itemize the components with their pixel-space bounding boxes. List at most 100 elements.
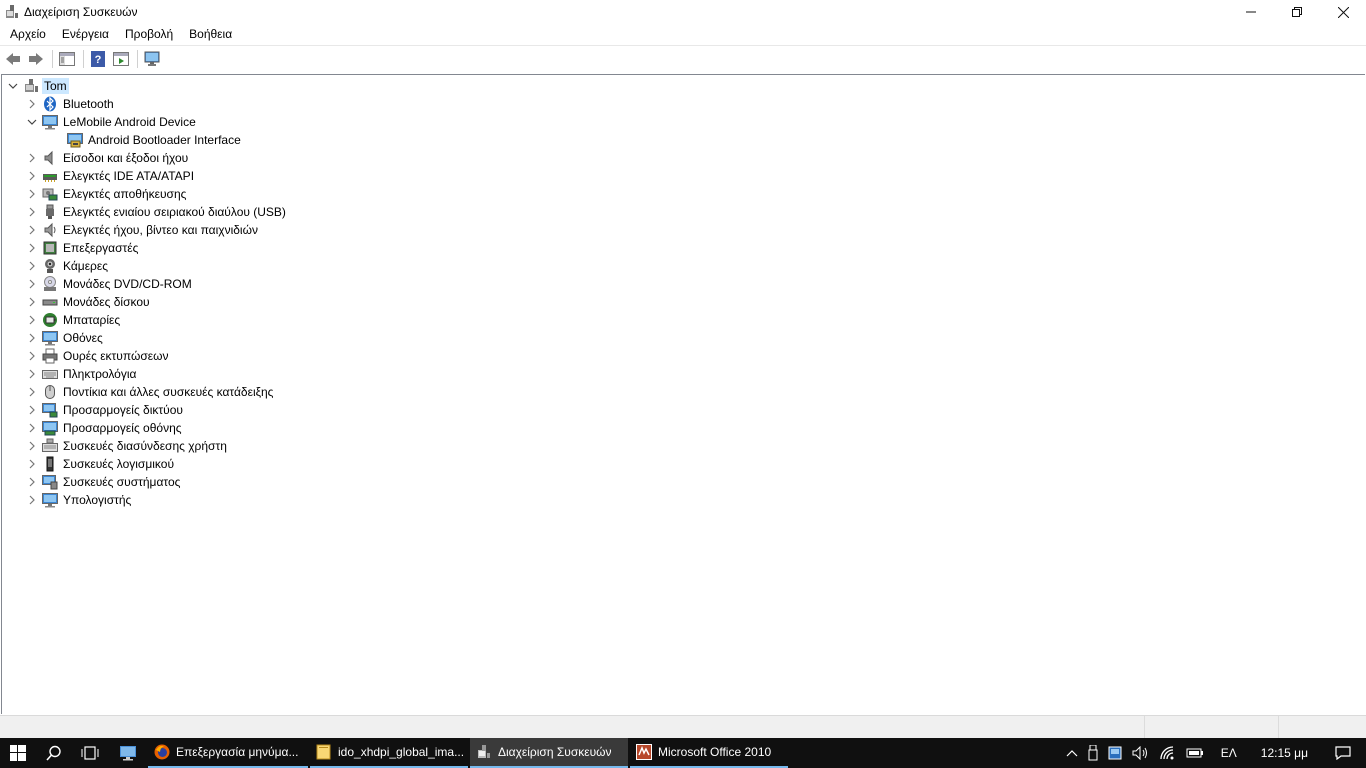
expand-chevron-icon[interactable] [25,203,39,221]
expand-chevron-icon[interactable] [25,383,39,401]
tree-node[interactable]: Συσκευές λογισμικού [25,455,176,473]
tree-node-label[interactable]: Bluetooth [61,96,116,112]
tree-node[interactable]: LeMobile Android Device [25,113,198,131]
show-hide-console-tree-icon[interactable] [58,50,76,68]
tree-node[interactable]: Επεξεργαστές [25,239,140,257]
tree-node[interactable]: Συσκευές συστήματος [25,473,182,491]
minimize-button[interactable] [1228,0,1274,24]
expand-chevron-icon[interactable] [25,473,39,491]
taskbar-task[interactable]: ido_xhdpi_global_ima... [310,738,468,768]
tree-node[interactable]: Προσαρμογείς οθόνης [25,419,184,437]
tree-node[interactable]: Συσκευές διασύνδεσης χρήστη [25,437,229,455]
collapse-chevron-icon[interactable] [6,77,20,95]
scan-hardware-icon[interactable] [143,50,161,68]
show-hidden-icons-chevron-icon[interactable] [1061,738,1083,768]
help-icon[interactable]: ? [89,50,107,68]
tree-node-label[interactable]: Συσκευές διασύνδεσης χρήστη [61,438,229,454]
tree-node[interactable]: Κάμερες [25,257,110,275]
tree-node-label[interactable]: Ελεγκτές IDE ATA/ATAPI [61,168,196,184]
clock[interactable]: 12:15 μμ [1249,738,1320,768]
tree-node-label[interactable]: Ουρές εκτυπώσεων [61,348,170,364]
expand-chevron-icon[interactable] [25,491,39,509]
close-button[interactable] [1320,0,1366,24]
tree-node[interactable]: Πληκτρολόγια [25,365,138,383]
tree-node-label[interactable]: Android Bootloader Interface [86,132,243,148]
tree-node[interactable]: Ποντίκια και άλλες συσκευές κατάδειξης [25,383,275,401]
tree-node-label[interactable]: Προσαρμογείς οθόνης [61,420,184,436]
menu-file[interactable]: Αρχείο [2,24,54,44]
expand-chevron-icon[interactable] [25,239,39,257]
expand-chevron-icon[interactable] [25,167,39,185]
tree-node[interactable]: Bluetooth [25,95,116,113]
tree-node[interactable]: Ελεγκτές αποθήκευσης [25,185,188,203]
tree-node-label[interactable]: Μονάδες DVD/CD-ROM [61,276,194,292]
taskbar-task[interactable]: Διαχείριση Συσκευών [470,738,628,768]
wifi-icon[interactable] [1155,738,1181,768]
expand-chevron-icon[interactable] [25,95,39,113]
tree-node-label[interactable]: Ελεγκτές αποθήκευσης [61,186,188,202]
tree-node-label[interactable]: Ελεγκτές ήχου, βίντεο και παιχνιδιών [61,222,260,238]
tree-node-label[interactable]: Μπαταρίες [61,312,122,328]
action-center-icon[interactable] [1320,738,1366,768]
tree-node-label[interactable]: Ποντίκια και άλλες συσκευές κατάδειξης [61,384,275,400]
tree-node-label[interactable]: Συσκευές λογισμικού [61,456,176,472]
menu-view[interactable]: Προβολή [117,24,181,44]
tree-node-label[interactable]: Υπολογιστής [61,492,133,508]
battery-tray-icon[interactable] [1181,738,1209,768]
tree-node[interactable]: Υπολογιστής [25,491,133,509]
tree-node[interactable]: Ελεγκτές ενιαίου σειριακού διαύλου (USB) [25,203,288,221]
tree-node[interactable]: Ελεγκτές ήχου, βίντεο και παιχνιδιών [25,221,260,239]
expand-chevron-icon[interactable] [25,401,39,419]
tree-node[interactable]: Προσαρμογείς δικτύου [25,401,185,419]
tree-node[interactable]: Μπαταρίες [25,311,122,329]
expand-chevron-icon[interactable] [25,347,39,365]
expand-chevron-icon[interactable] [25,185,39,203]
tree-node-label[interactable]: Οθόνες [61,330,105,346]
tree-node-label[interactable]: Ελεγκτές ενιαίου σειριακού διαύλου (USB) [61,204,288,220]
restore-button[interactable] [1274,0,1320,24]
tree-node-label[interactable]: Μονάδες δίσκου [61,294,152,310]
expand-chevron-icon[interactable] [25,149,39,167]
expand-chevron-icon[interactable] [25,365,39,383]
tree-node[interactable]: Είσοδοι και έξοδοι ήχου [25,149,190,167]
expand-chevron-icon[interactable] [25,275,39,293]
start-button[interactable] [0,738,36,768]
expand-chevron-icon[interactable] [25,311,39,329]
volume-icon[interactable] [1127,738,1155,768]
forward-arrow-icon[interactable] [27,50,45,68]
menu-help[interactable]: Βοήθεια [181,24,240,44]
properties-icon[interactable] [112,50,130,68]
tree-node-label[interactable]: LeMobile Android Device [61,114,198,130]
back-arrow-icon[interactable] [4,50,22,68]
tree-node[interactable]: Μονάδες DVD/CD-ROM [25,275,194,293]
tree-root-label[interactable]: Tom [42,78,69,94]
expand-chevron-icon[interactable] [25,419,39,437]
tree-root-node[interactable]: Tom [6,77,69,95]
device-tree[interactable]: Tom Bluetooth LeMobile Android Device Andr… [1,74,1365,714]
tree-node-label[interactable]: Προσαρμογείς δικτύου [61,402,185,418]
tree-node[interactable]: Ουρές εκτυπώσεων [25,347,170,365]
taskbar-task[interactable]: Microsoft Office 2010 [630,738,788,768]
tree-node-label[interactable]: Πληκτρολόγια [61,366,138,382]
taskbar-task[interactable]: Επεξεργασία μηνύμα... [148,738,308,768]
expand-chevron-icon[interactable] [25,257,39,275]
expand-chevron-icon[interactable] [25,437,39,455]
tree-node[interactable]: Μονάδες δίσκου [25,293,152,311]
search-icon[interactable] [36,738,72,768]
pinned-device-manager-icon[interactable] [108,738,148,768]
tree-node-label[interactable]: Συσκευές συστήματος [61,474,182,490]
menu-action[interactable]: Ενέργεια [54,24,117,44]
tree-node[interactable]: Ελεγκτές IDE ATA/ATAPI [25,167,196,185]
expand-chevron-icon[interactable] [25,293,39,311]
tree-node-label[interactable]: Κάμερες [61,258,110,274]
tree-node-label[interactable]: Επεξεργαστές [61,240,140,256]
usb-device-tray-icon[interactable] [1083,738,1103,768]
language-indicator[interactable]: ΕΛ [1209,738,1249,768]
task-view-icon[interactable] [72,738,108,768]
collapse-chevron-icon[interactable] [25,113,39,131]
display-tray-icon[interactable] [1103,738,1127,768]
tree-node[interactable]: Οθόνες [25,329,105,347]
tree-node-label[interactable]: Είσοδοι και έξοδοι ήχου [61,150,190,166]
expand-chevron-icon[interactable] [25,329,39,347]
expand-chevron-icon[interactable] [25,455,39,473]
